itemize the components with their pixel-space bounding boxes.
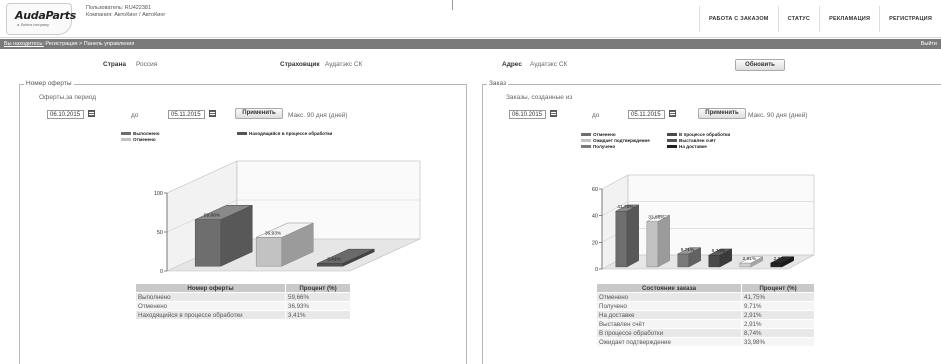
table-cell: 59,66% — [285, 292, 351, 302]
bar — [739, 262, 752, 268]
table-cell: 41,75% — [741, 292, 815, 302]
company-line: Компания: АвтоКинг / АвтоКинг — [86, 12, 166, 18]
logout-link[interactable]: Выйти — [921, 39, 937, 49]
y-tick-label: 0 — [595, 267, 598, 273]
offers-table-header: Номер оферты — [135, 283, 286, 293]
table-cell: На доставке — [596, 310, 742, 320]
orders-bar-chart: 0 20 40 60 41,75% 33,98% 9,71% 8,74% 2,91% 2,91% — [592, 174, 815, 273]
table-cell: 3,41% — [285, 310, 351, 320]
address-value: Аудатэкс СК — [530, 61, 568, 68]
table-cell: 9,71% — [741, 301, 815, 311]
nav-status[interactable]: СТАТУС — [777, 6, 820, 32]
orders-panel: Заказ Заказы, созданные из 06.10.2015 до… — [482, 80, 941, 364]
insurer-value: Аудатэкс СК — [325, 61, 363, 68]
breadcrumb-prefix[interactable]: Вы находитесь: — [4, 41, 44, 47]
table-cell: 2,91% — [741, 310, 815, 320]
bar-data-label: 59,66% — [204, 213, 221, 219]
table-row: Отменено 41,75% — [596, 292, 815, 302]
table-cell: Ожидает подтверждение — [596, 337, 742, 347]
table-cell: 36,93% — [285, 301, 351, 311]
nav-order-work[interactable]: РАБОТА С ЗАКАЗОМ — [699, 6, 778, 32]
offers-table-header: Процент (%) — [285, 283, 351, 293]
refresh-button[interactable]: Обновить — [735, 59, 785, 71]
table-cell: Выполнено — [135, 292, 286, 302]
country-value: Россия — [136, 61, 158, 68]
table-row: Выполнено 59,66% — [135, 292, 351, 302]
table-cell: 33,98% — [741, 337, 815, 347]
table-row: Находящийся в процессе обработки 3,41% — [135, 310, 351, 320]
offers-table: Номер оферты Процент (%) Выполнено 59,66%… — [135, 283, 351, 320]
nav-claims[interactable]: РЕКЛАМАЦИЯ — [819, 6, 879, 32]
logo-title: AudaParts — [15, 9, 76, 22]
table-row: На доставке 2,91% — [596, 310, 815, 320]
bar-data-label: 33,98% — [648, 215, 665, 221]
bar-data-label: 9,71% — [681, 247, 695, 253]
y-tick-label: 60 — [592, 187, 598, 193]
table-row: Отменено 36,93% — [135, 301, 351, 311]
nav-registration[interactable]: РЕГИСТРАЦИЯ — [879, 6, 941, 32]
y-tick-label: 100 — [154, 191, 163, 197]
user-line: Пользователь: RU422381 — [86, 5, 152, 11]
bar-data-label: 41,75% — [617, 204, 634, 210]
table-cell: Отменено — [135, 301, 286, 311]
bar — [194, 219, 222, 267]
breadcrumb-path: Регистрация > Панель управления — [45, 41, 135, 47]
bar-side — [657, 214, 670, 268]
bar-data-label: 8,74% — [712, 248, 726, 254]
table-row: Ожидает подтверждение 33,98% — [596, 337, 815, 347]
bar-data-label: 3,41% — [327, 257, 341, 263]
bar — [316, 263, 344, 267]
logo-subtitle: a Solera company — [17, 22, 50, 27]
table-cell: Получено — [596, 301, 742, 311]
table-cell: В процессе обработки — [596, 328, 742, 338]
audaparts-logo[interactable]: AudaParts a Solera company — [6, 3, 76, 35]
bar-data-label: 2,91% — [743, 256, 757, 262]
table-row: Выставлен счёт 2,91% — [596, 319, 815, 329]
bar — [255, 237, 283, 267]
offers-panel: Номер оферты Оферты,за период 06.10.2015… — [19, 80, 467, 364]
top-nav: РАБОТА С ЗАКАЗОМ СТАТУС РЕКЛАМАЦИЯ РЕГИС… — [699, 6, 941, 32]
user-info: Пользователь: RU422381 Компания: АвтоКин… — [86, 5, 165, 19]
table-cell: Отменено — [596, 292, 742, 302]
country-label: Страна — [103, 61, 127, 68]
bar — [646, 221, 659, 268]
table-row: В процессе обработки 8,74% — [596, 328, 815, 338]
bar-side — [626, 204, 639, 268]
bar — [615, 210, 628, 268]
orders-table-header: Состояние заказа — [596, 283, 742, 293]
table-cell: Выставлен счёт — [596, 319, 742, 329]
table-cell: 2,91% — [741, 319, 815, 329]
bar — [708, 254, 721, 268]
address-label: Адрес — [502, 61, 522, 68]
table-cell: Находящийся в процессе обработки — [135, 310, 286, 320]
offers-bar-chart: 0 50 100 59,66% 36,93% 3,41% — [154, 160, 421, 275]
y-tick-label: 0 — [160, 269, 163, 275]
y-tick-label: 40 — [592, 214, 598, 220]
orders-table-header: Процент (%) — [741, 283, 815, 293]
bar — [677, 253, 690, 268]
bar — [770, 262, 783, 268]
breadcrumb: Вы находитесь: Регистрация > Панель упра… — [0, 39, 941, 49]
bar-data-label: 36,93% — [265, 230, 282, 236]
app-header: AudaParts a Solera company Пользователь:… — [0, 0, 941, 38]
table-row: Получено 9,71% — [596, 301, 815, 311]
table-cell: 8,74% — [741, 328, 815, 338]
orders-table: Состояние заказа Процент (%) Отменено 41,… — [596, 283, 815, 347]
bar-data-label: 2,91% — [774, 256, 788, 262]
top-divider — [452, 0, 453, 10]
y-tick-label: 20 — [592, 240, 598, 246]
y-tick-label: 50 — [157, 230, 163, 236]
insurer-label: Страховщик — [280, 61, 320, 68]
